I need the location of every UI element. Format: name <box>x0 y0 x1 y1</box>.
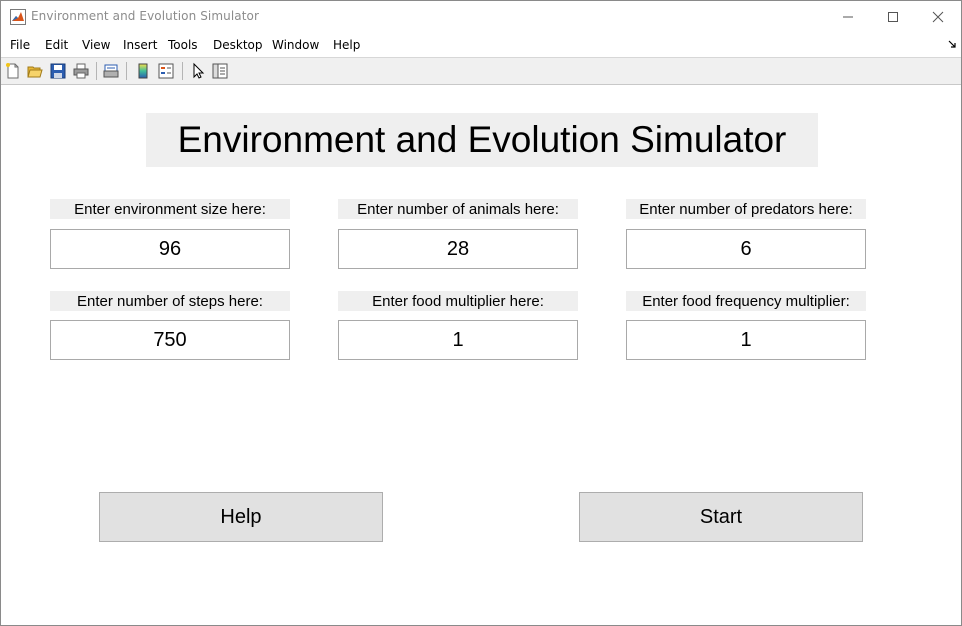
pointer-icon[interactable] <box>189 62 207 80</box>
steps-count-label: Enter number of steps here: <box>50 291 290 311</box>
toolbar-separator <box>182 62 183 80</box>
new-figure-icon[interactable] <box>4 62 22 80</box>
save-icon[interactable] <box>49 62 67 80</box>
food-frequency-input[interactable] <box>626 320 866 360</box>
app-title: Environment and Evolution Simulator <box>146 113 818 167</box>
environment-size-label: Enter environment size here: <box>50 199 290 219</box>
toolbar-separator <box>96 62 97 80</box>
predators-count-input[interactable] <box>626 229 866 269</box>
toolbar-separator <box>126 62 127 80</box>
property-inspector-icon[interactable] <box>211 62 229 80</box>
close-icon <box>932 11 944 22</box>
menu-window[interactable]: Window <box>272 38 319 52</box>
matlab-icon <box>10 9 26 25</box>
help-button[interactable]: Help <box>99 492 383 542</box>
animals-count-label: Enter number of animals here: <box>338 199 578 219</box>
animals-count-input[interactable] <box>338 229 578 269</box>
maximize-icon <box>888 11 898 22</box>
open-file-icon[interactable] <box>26 62 44 80</box>
menu-insert[interactable]: Insert <box>123 38 157 52</box>
close-button[interactable] <box>915 1 961 32</box>
menu-edit[interactable]: Edit <box>45 38 68 52</box>
steps-count-input[interactable] <box>50 320 290 360</box>
window-title: Environment and Evolution Simulator <box>31 9 260 23</box>
legend-icon[interactable] <box>157 62 175 80</box>
app-canvas: Environment and Evolution Simulator Ente… <box>1 85 961 625</box>
menu-desktop[interactable]: Desktop <box>213 38 263 52</box>
figure-window: Environment and Evolution Simulator File… <box>0 0 962 626</box>
dock-arrow-icon[interactable] <box>948 40 956 48</box>
maximize-button[interactable] <box>870 1 916 32</box>
environment-size-input[interactable] <box>50 229 290 269</box>
start-button[interactable]: Start <box>579 492 863 542</box>
title-bar[interactable]: Environment and Evolution Simulator <box>1 1 961 32</box>
colorbar-icon[interactable] <box>134 62 152 80</box>
figure-toolbar <box>1 57 961 85</box>
menu-help[interactable]: Help <box>333 38 360 52</box>
food-multiplier-input[interactable] <box>338 320 578 360</box>
menu-view[interactable]: View <box>82 38 110 52</box>
menu-file[interactable]: File <box>10 38 30 52</box>
food-frequency-label: Enter food frequency multiplier: <box>626 291 866 311</box>
print-preview-icon[interactable] <box>102 62 120 80</box>
print-icon[interactable] <box>72 62 90 80</box>
menu-bar: File Edit View Insert Tools Desktop Wind… <box>1 32 961 56</box>
menu-tools[interactable]: Tools <box>168 38 198 52</box>
minimize-button[interactable] <box>825 1 871 32</box>
minimize-icon <box>843 16 853 17</box>
food-multiplier-label: Enter food multiplier here: <box>338 291 578 311</box>
predators-count-label: Enter number of predators here: <box>626 199 866 219</box>
